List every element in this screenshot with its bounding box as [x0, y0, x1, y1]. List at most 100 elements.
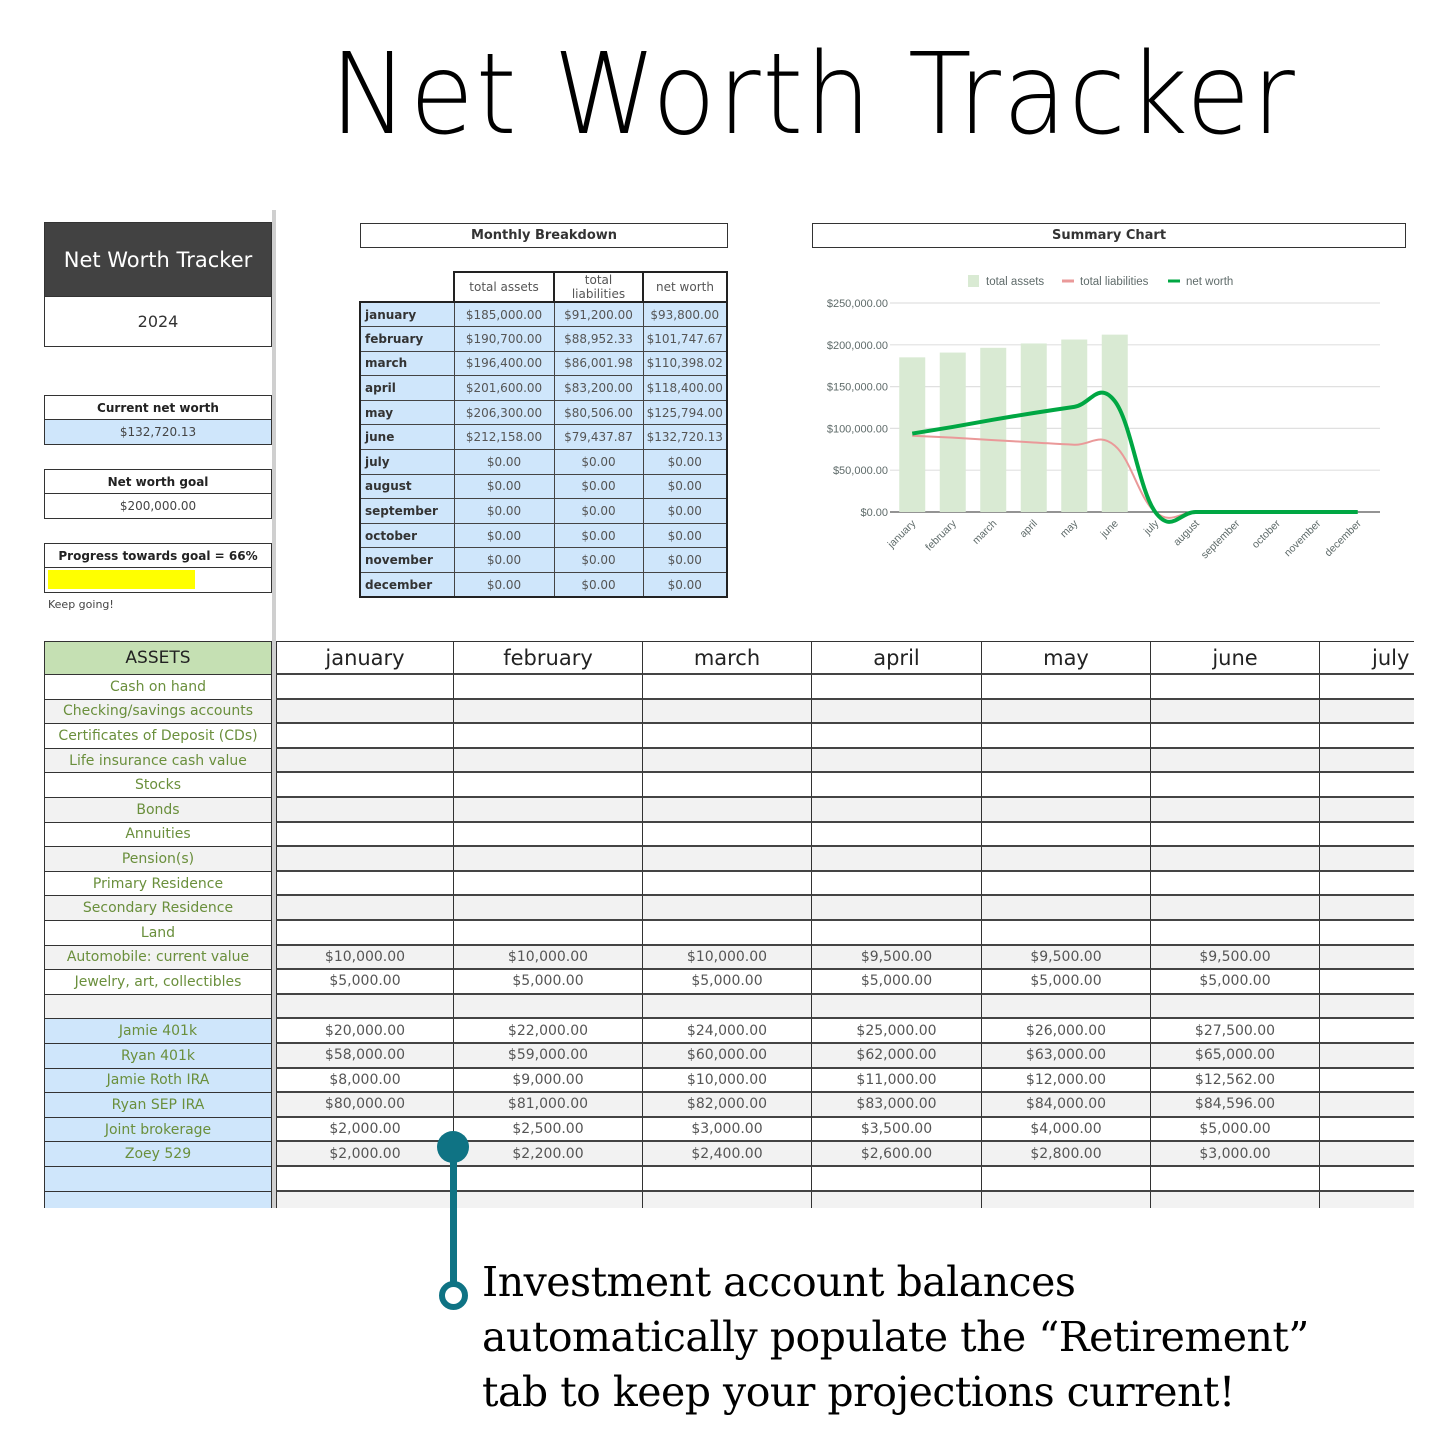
- asset-value-cell[interactable]: $3,000.00: [1151, 1142, 1320, 1167]
- asset-value-cell[interactable]: [454, 1191, 643, 1208]
- breakdown-liabilities-cell[interactable]: $86,001.98: [553, 350, 644, 377]
- asset-value-cell[interactable]: [643, 798, 812, 823]
- asset-value-cell[interactable]: [812, 871, 982, 897]
- asset-value-cell[interactable]: [454, 921, 643, 946]
- asset-value-cell[interactable]: $5,000.00: [812, 970, 982, 995]
- breakdown-liabilities-cell[interactable]: $79,437.87: [553, 424, 644, 451]
- breakdown-assets-cell[interactable]: $196,400.00: [453, 350, 555, 377]
- asset-value-cell[interactable]: $65,000.00: [1151, 1044, 1320, 1069]
- breakdown-assets-cell[interactable]: $212,158.00: [453, 424, 555, 451]
- asset-value-cell[interactable]: $2,400.00: [643, 1142, 812, 1167]
- asset-value-cell[interactable]: [1320, 1044, 1414, 1069]
- asset-value-cell[interactable]: $5,000.00: [643, 970, 812, 995]
- asset-label[interactable]: Life insurance cash value: [44, 748, 272, 774]
- asset-label[interactable]: Stocks: [44, 773, 272, 798]
- asset-label[interactable]: Checking/savings accounts: [44, 699, 272, 725]
- asset-value-cell[interactable]: $3,000.00: [643, 1117, 812, 1143]
- breakdown-net-worth-cell[interactable]: $0.00: [642, 547, 728, 574]
- asset-value-cell[interactable]: $82,000.00: [643, 1093, 812, 1118]
- asset-value-cell[interactable]: [1320, 896, 1414, 921]
- asset-value-cell[interactable]: $60,000.00: [643, 1044, 812, 1069]
- month-header-april[interactable]: april: [812, 641, 982, 675]
- asset-label[interactable]: Land: [44, 921, 272, 946]
- month-header-february[interactable]: february: [454, 641, 643, 675]
- breakdown-month-cell[interactable]: july: [359, 449, 455, 475]
- asset-value-cell[interactable]: $10,000.00: [276, 945, 454, 971]
- asset-value-cell[interactable]: [276, 1167, 454, 1192]
- asset-value-cell[interactable]: [454, 748, 643, 774]
- asset-value-cell[interactable]: $9,500.00: [982, 945, 1151, 971]
- asset-value-cell[interactable]: $4,000.00: [982, 1117, 1151, 1143]
- asset-label[interactable]: Zoey 529: [44, 1142, 272, 1167]
- asset-value-cell[interactable]: [982, 675, 1151, 700]
- asset-value-cell[interactable]: $9,500.00: [812, 945, 982, 971]
- asset-value-cell[interactable]: $62,000.00: [812, 1044, 982, 1069]
- asset-value-cell[interactable]: $10,000.00: [643, 1068, 812, 1094]
- asset-value-cell[interactable]: [276, 1191, 454, 1208]
- breakdown-liabilities-cell[interactable]: $88,952.33: [553, 326, 644, 352]
- breakdown-liabilities-cell[interactable]: $0.00: [553, 449, 644, 475]
- asset-label[interactable]: Cash on hand: [44, 675, 272, 700]
- asset-label[interactable]: Secondary Residence: [44, 896, 272, 921]
- asset-value-cell[interactable]: $2,200.00: [454, 1142, 643, 1167]
- breakdown-net-worth-cell[interactable]: $110,398.02: [642, 350, 728, 377]
- breakdown-month-cell[interactable]: december: [359, 572, 455, 598]
- asset-value-cell[interactable]: [1151, 748, 1320, 774]
- breakdown-assets-cell[interactable]: $0.00: [453, 522, 555, 549]
- asset-value-cell[interactable]: $22,000.00: [454, 1019, 643, 1044]
- column-header-net-worth[interactable]: net worth: [642, 271, 728, 303]
- asset-value-cell[interactable]: $84,000.00: [982, 1093, 1151, 1118]
- asset-value-cell[interactable]: [454, 994, 643, 1020]
- breakdown-month-cell[interactable]: may: [359, 399, 455, 426]
- breakdown-liabilities-cell[interactable]: $83,200.00: [553, 375, 644, 401]
- asset-value-cell[interactable]: [276, 798, 454, 823]
- asset-value-cell[interactable]: [276, 724, 454, 749]
- asset-label[interactable]: Annuities: [44, 822, 272, 848]
- asset-value-cell[interactable]: [812, 847, 982, 872]
- asset-value-cell[interactable]: [812, 773, 982, 798]
- month-header-july[interactable]: july: [1320, 641, 1414, 675]
- asset-value-cell[interactable]: [1320, 699, 1414, 725]
- asset-value-cell[interactable]: [1320, 748, 1414, 774]
- asset-value-cell[interactable]: [1151, 1167, 1320, 1192]
- asset-value-cell[interactable]: [1151, 896, 1320, 921]
- breakdown-assets-cell[interactable]: $206,300.00: [453, 399, 555, 426]
- asset-value-cell[interactable]: [643, 773, 812, 798]
- asset-label[interactable]: Primary Residence: [44, 871, 272, 897]
- asset-value-cell[interactable]: $58,000.00: [276, 1044, 454, 1069]
- year-cell[interactable]: 2024: [44, 297, 272, 347]
- breakdown-month-cell[interactable]: january: [359, 301, 455, 328]
- asset-value-cell[interactable]: [276, 871, 454, 897]
- asset-value-cell[interactable]: $27,500.00: [1151, 1019, 1320, 1044]
- asset-value-cell[interactable]: $25,000.00: [812, 1019, 982, 1044]
- asset-value-cell[interactable]: [1320, 1069, 1414, 1094]
- asset-value-cell[interactable]: [276, 748, 454, 774]
- asset-value-cell[interactable]: $12,562.00: [1151, 1068, 1320, 1094]
- asset-label[interactable]: [44, 1191, 272, 1208]
- asset-value-cell[interactable]: $59,000.00: [454, 1044, 643, 1069]
- breakdown-net-worth-cell[interactable]: $0.00: [642, 498, 728, 524]
- asset-value-cell[interactable]: $2,000.00: [276, 1117, 454, 1143]
- asset-value-cell[interactable]: [812, 896, 982, 921]
- breakdown-liabilities-cell[interactable]: $80,506.00: [553, 399, 644, 426]
- asset-value-cell[interactable]: [643, 822, 812, 848]
- asset-value-cell[interactable]: [643, 675, 812, 700]
- asset-value-cell[interactable]: [454, 847, 643, 872]
- asset-value-cell[interactable]: [812, 724, 982, 749]
- asset-value-cell[interactable]: [276, 699, 454, 725]
- breakdown-month-cell[interactable]: april: [359, 375, 455, 401]
- breakdown-net-worth-cell[interactable]: $101,747.67: [642, 326, 728, 352]
- asset-value-cell[interactable]: [643, 994, 812, 1020]
- asset-label[interactable]: Ryan 401k: [44, 1044, 272, 1069]
- asset-value-cell[interactable]: [1320, 1093, 1414, 1118]
- asset-value-cell[interactable]: $63,000.00: [982, 1044, 1151, 1069]
- asset-value-cell[interactable]: $84,596.00: [1151, 1093, 1320, 1118]
- asset-value-cell[interactable]: [454, 896, 643, 921]
- breakdown-assets-cell[interactable]: $0.00: [453, 572, 555, 598]
- asset-value-cell[interactable]: $20,000.00: [276, 1019, 454, 1044]
- asset-label[interactable]: Jamie Roth IRA: [44, 1068, 272, 1094]
- asset-value-cell[interactable]: $2,000.00: [276, 1142, 454, 1167]
- asset-value-cell[interactable]: [982, 921, 1151, 946]
- asset-label[interactable]: Jewelry, art, collectibles: [44, 970, 272, 995]
- asset-value-cell[interactable]: [276, 994, 454, 1020]
